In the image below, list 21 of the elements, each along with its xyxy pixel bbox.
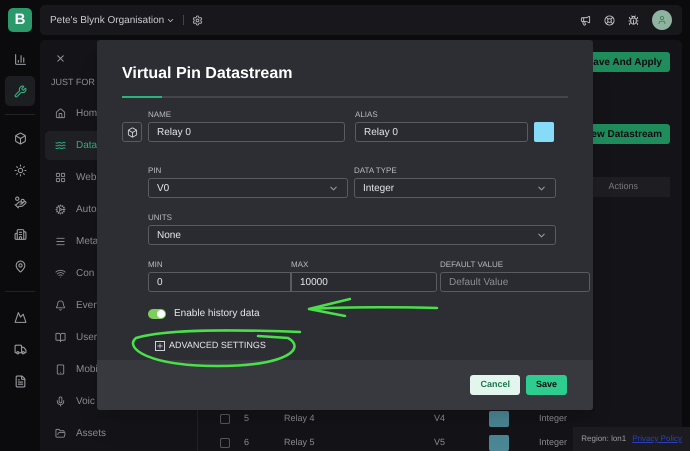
section-title: JUST FOR <box>51 76 95 89</box>
table-cell-text: V5 <box>434 436 446 450</box>
table-cell-text: 6 <box>244 436 250 450</box>
table-cell-text: 5 <box>244 412 250 426</box>
table-cell-text: Relay 5 <box>284 436 316 450</box>
dialog-title: Virtual Pin Datastream <box>122 64 292 84</box>
table-cell-text: Relay 4 <box>284 412 316 426</box>
field-label: ALIAS <box>355 111 378 119</box>
table-cell-text: Integer <box>539 436 568 450</box>
column-header: Actions <box>608 180 638 194</box>
table-cell-text: V4 <box>434 412 446 426</box>
field-label: PIN <box>148 167 162 175</box>
field-label: DEFAULT VALUE <box>440 261 504 269</box>
field-label: UNITS <box>148 214 172 222</box>
field-label: NAME <box>148 111 172 119</box>
table-cell-text: Integer <box>539 412 568 426</box>
field-label: MIN <box>148 261 163 269</box>
field-label: MAX <box>291 261 308 269</box>
toggle-label: Enable history data <box>174 307 260 321</box>
field-label: DATA TYPE <box>354 167 397 175</box>
region-label: Region: lon1 <box>581 433 626 445</box>
